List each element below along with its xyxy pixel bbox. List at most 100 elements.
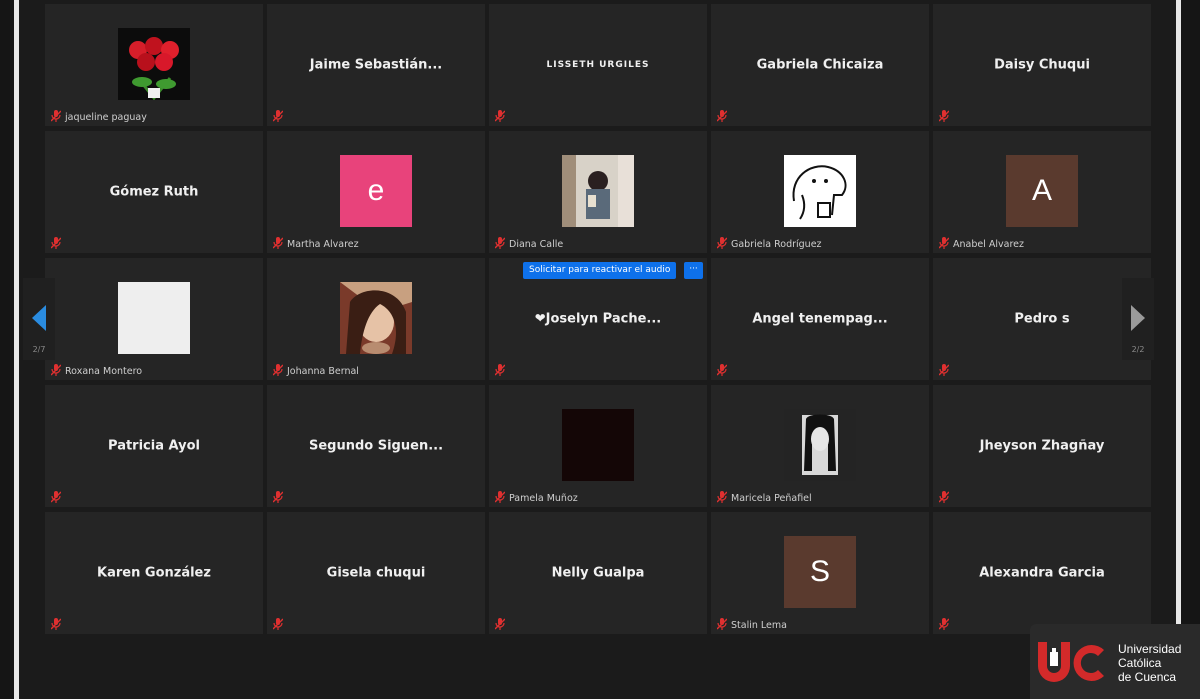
chevron-left-icon [32, 305, 46, 331]
participant-tile[interactable]: Jheyson Zhagñay [933, 385, 1151, 507]
prev-page-button[interactable]: 2/7 [23, 278, 55, 360]
participant-tile[interactable]: Gabriela Rodríguez [711, 131, 929, 253]
participant-name: Johanna Bernal [287, 366, 359, 377]
muted-mic-icon [273, 618, 283, 630]
avatar-image [118, 28, 190, 100]
participant-name: Patricia Ayol [108, 438, 200, 454]
muted-mic-icon [273, 491, 283, 503]
participant-name: Stalin Lema [731, 620, 787, 631]
muted-mic-icon [273, 110, 283, 122]
participant-name: Pedro s [1014, 311, 1070, 327]
muted-mic-icon [495, 237, 505, 249]
participant-tile[interactable]: Segundo Siguen... [267, 385, 485, 507]
muted-mic-icon [717, 237, 727, 249]
avatar-initial: A [1006, 155, 1078, 227]
participant-name: Jaime Sebastián... [309, 57, 443, 73]
participant-name: Karen González [97, 565, 211, 581]
participant-tile[interactable]: A Anabel Alvarez [933, 131, 1151, 253]
participant-tile[interactable]: Daisy Chuqui [933, 4, 1151, 126]
participant-tile[interactable]: Pedro s [933, 258, 1151, 380]
request-more-options-button[interactable]: ··· [684, 262, 703, 279]
page-indicator-right: 2/2 [1131, 345, 1145, 354]
participant-name: ❤Joselyn Pache... [534, 311, 662, 327]
muted-mic-icon [273, 237, 283, 249]
page-indicator-left: 2/7 [32, 345, 46, 354]
muted-mic-icon [495, 110, 505, 122]
participant-tile[interactable]: Alexandra Garcia [933, 512, 1151, 634]
participant-name: jaqueline paguay [65, 112, 147, 123]
muted-mic-icon [51, 491, 61, 503]
participant-name: Gómez Ruth [109, 184, 199, 200]
muted-mic-icon [717, 491, 727, 503]
university-logo: Universidad Católica de Cuenca [1030, 624, 1200, 699]
participant-name: Alexandra Garcia [979, 565, 1105, 581]
participant-name: Gisela chuqui [326, 565, 426, 581]
avatar-image [784, 409, 856, 481]
university-logo-mark-icon [1038, 642, 1104, 682]
avatar-image [562, 155, 634, 227]
participant-name: Gabriela Rodríguez [731, 239, 822, 250]
participant-name: Martha Alvarez [287, 239, 359, 250]
logo-line-1: Universidad [1118, 642, 1182, 656]
participant-tile[interactable]: Gisela chuqui [267, 512, 485, 634]
participant-tile[interactable]: Diana Calle [489, 131, 707, 253]
participant-tile[interactable]: Gabriela Chicaiza [711, 4, 929, 126]
avatar-image [340, 282, 412, 354]
participant-name: Pamela Muñoz [509, 493, 578, 504]
participant-grid: jaqueline paguay Jaime Sebastián... LISSET… [45, 4, 1151, 635]
muted-mic-icon [495, 618, 505, 630]
avatar-image [784, 155, 856, 227]
participant-tile[interactable]: Angel tenempag... [711, 258, 929, 380]
participant-name: Anabel Alvarez [953, 239, 1024, 250]
participant-tile[interactable]: Roxana Montero [45, 258, 263, 380]
logo-line-2: Católica [1118, 656, 1162, 670]
next-page-button[interactable]: 2/2 [1122, 278, 1154, 360]
logo-line-3: de Cuenca [1118, 670, 1177, 684]
participant-name: Roxana Montero [65, 366, 143, 377]
participant-name: Daisy Chuqui [994, 57, 1090, 73]
participant-name: Nelly Gualpa [551, 565, 645, 581]
muted-mic-icon [273, 364, 283, 376]
muted-mic-icon [939, 237, 949, 249]
participant-tile[interactable]: Gómez Ruth [45, 131, 263, 253]
participant-tile[interactable]: Johanna Bernal [267, 258, 485, 380]
avatar-letter: S [809, 555, 830, 588]
participant-name: Segundo Siguen... [308, 438, 444, 454]
participant-tile[interactable]: S Stalin Lema [711, 512, 929, 634]
frame-right-border [1176, 0, 1181, 699]
muted-mic-icon [495, 364, 505, 376]
participant-name: Angel tenempag... [752, 311, 888, 327]
participant-name: Maricela Peñafiel [731, 493, 812, 504]
participant-name: Diana Calle [509, 239, 564, 250]
participant-tile[interactable]: e Martha Alvarez [267, 131, 485, 253]
participant-name: Gabriela Chicaiza [756, 57, 884, 73]
chevron-right-icon [1131, 305, 1145, 331]
participant-tile[interactable]: Maricela Peñafiel [711, 385, 929, 507]
avatar-initial: S [784, 536, 856, 608]
participant-tile[interactable]: Patricia Ayol [45, 385, 263, 507]
participant-name: Jheyson Zhagñay [979, 438, 1105, 454]
muted-mic-icon [717, 618, 727, 630]
muted-mic-icon [495, 491, 505, 503]
muted-mic-icon [939, 364, 949, 376]
muted-mic-icon [51, 110, 61, 122]
muted-mic-icon [51, 364, 61, 376]
avatar-letter: A [1031, 174, 1052, 207]
avatar-image [118, 282, 190, 354]
participant-tile[interactable]: Pamela Muñoz [489, 385, 707, 507]
participant-tile[interactable]: Karen González [45, 512, 263, 634]
participant-tile[interactable]: LISSETH URGILES [489, 4, 707, 126]
muted-mic-icon [51, 237, 61, 249]
participant-tile[interactable]: Jaime Sebastián... [267, 4, 485, 126]
participant-tile[interactable]: jaqueline paguay [45, 4, 263, 126]
muted-mic-icon [717, 110, 727, 122]
avatar-image [562, 409, 634, 481]
request-unmute-button[interactable]: Solicitar para reactivar el audio [523, 262, 677, 279]
participant-name: LISSETH URGILES [546, 60, 650, 70]
muted-mic-icon [939, 110, 949, 122]
muted-mic-icon [939, 618, 949, 630]
participant-tile[interactable]: Nelly Gualpa [489, 512, 707, 634]
muted-mic-icon [717, 364, 727, 376]
muted-mic-icon [51, 618, 61, 630]
muted-mic-icon [939, 491, 949, 503]
